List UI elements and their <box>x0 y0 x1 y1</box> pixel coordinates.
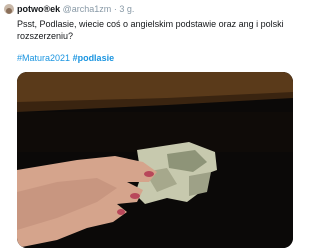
author-handle[interactable]: @archa1zm <box>63 4 112 14</box>
separator: · <box>113 4 117 14</box>
hashtag-podlasie[interactable]: #podlasie <box>73 53 115 63</box>
photo-hand-with-dollar-bill <box>17 72 293 248</box>
tweet-card[interactable]: potwo®ek @archa1zm · 3 g. Psst, Podlasie… <box>0 0 300 250</box>
tweet-photo[interactable] <box>17 72 293 248</box>
tweet-header: potwo®ek @archa1zm · 3 g. <box>17 3 134 15</box>
author-name[interactable]: potwo®ek <box>17 4 60 14</box>
avatar[interactable] <box>4 4 14 14</box>
hashtag-matura2021[interactable]: #Matura2021 <box>17 53 70 63</box>
timestamp[interactable]: 3 g. <box>119 4 134 14</box>
hashtags: #Matura2021 #podlasie <box>17 52 114 64</box>
tweet-text: Psst, Podlasie, wiecie coś o angielskim … <box>17 19 284 41</box>
